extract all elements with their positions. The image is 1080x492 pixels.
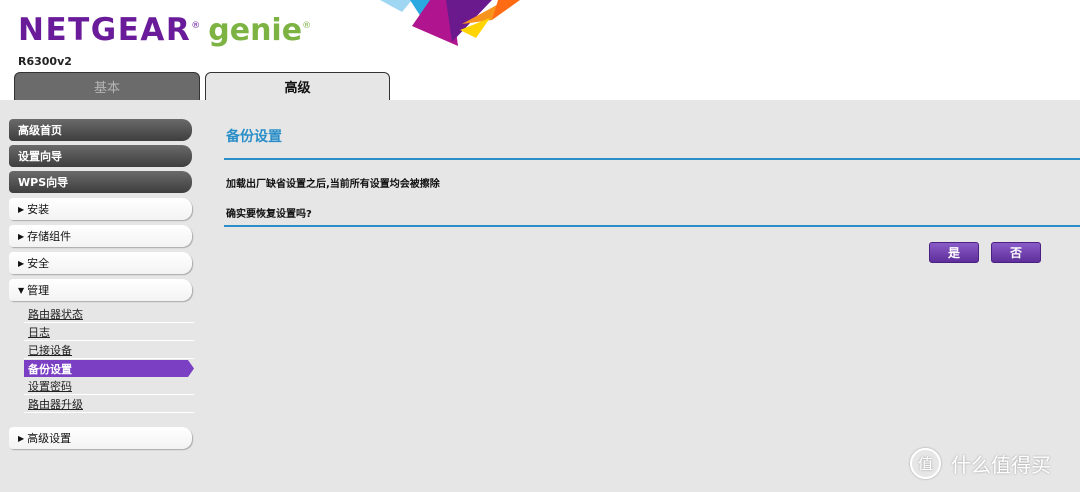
logo-genie-text: genie [208, 13, 303, 48]
logo-registered-mark: ® [191, 21, 201, 31]
triangle-down-icon: ▼ [18, 285, 25, 295]
sidebar-section-usb-storage[interactable]: ▶ 存储组件 [9, 225, 192, 247]
page-title: 备份设置 [226, 129, 282, 145]
triangle-right-icon: ▶ [18, 204, 25, 214]
restore-confirm-question: 确实要恢复设置吗? [226, 209, 312, 220]
sidebar-section-administration[interactable]: ▼ 管理 [9, 279, 192, 301]
sidebar-item-router-update[interactable]: 路由器升级 [24, 396, 194, 413]
content-divider [224, 225, 1080, 227]
sidebar-section-security[interactable]: ▶ 安全 [9, 252, 192, 274]
logo-netgear-text: NETGEAR [18, 12, 192, 48]
sidebar-item-backup-settings[interactable]: 备份设置 [24, 360, 194, 377]
sidebar-section-advanced-setup[interactable]: ▶ 高级设置 [9, 427, 192, 449]
header: NETGEAR ® genie ® R6300v2 基本 高级 [0, 0, 1080, 100]
router-model: R6300v2 [18, 55, 72, 68]
sidebar-item-setup-wizard[interactable]: 设置向导 [9, 145, 192, 167]
sidebar-item-label: 设置向导 [18, 150, 62, 163]
sidebar-item-router-status[interactable]: 路由器状态 [24, 306, 194, 323]
title-divider [224, 158, 1080, 160]
sidebar-section-label: 安全 [27, 257, 50, 270]
sidebar-item-label: WPS向导 [18, 176, 69, 189]
sidebar-section-label: 高级设置 [27, 432, 72, 445]
sidebar: 高级首页 设置向导 WPS向导 ▶ 安装 ▶ 存储组件 ▶ 安全 ▼ 管理 路由… [0, 100, 205, 492]
watermark-logo-icon: 值 [910, 448, 941, 479]
sidebar-item-label: 高级首页 [18, 124, 62, 137]
tab-advanced[interactable]: 高级 [205, 72, 390, 100]
sidebar-item-logs[interactable]: 日志 [24, 324, 194, 341]
netgear-genie-logo: NETGEAR ® genie ® [18, 12, 311, 48]
sidebar-item-wps-wizard[interactable]: WPS向导 [9, 171, 192, 193]
yes-button[interactable]: 是 [929, 242, 979, 263]
main-content: 备份设置 加载出厂缺省设置之后,当前所有设置均会被擦除 确实要恢复设置吗? 是 … [205, 100, 1080, 492]
decorative-triangles-graphic [380, 0, 520, 46]
sidebar-section-label: 管理 [27, 284, 50, 297]
triangle-right-icon: ▶ [18, 433, 25, 443]
watermark-text: 什么值得买 [951, 453, 1051, 477]
triangle-right-icon: ▶ [18, 231, 25, 241]
erase-warning-message: 加载出厂缺省设置之后,当前所有设置均会被擦除 [226, 179, 440, 190]
site-watermark: 值 什么值得买 [910, 448, 1051, 479]
sidebar-section-label: 安装 [27, 203, 50, 216]
tab-basic[interactable]: 基本 [14, 72, 200, 100]
sidebar-item-set-password[interactable]: 设置密码 [24, 378, 194, 395]
sidebar-item-attached-devices[interactable]: 已接设备 [24, 342, 194, 359]
logo-genie-registered-mark: ® [302, 21, 312, 31]
triangle-right-icon: ▶ [18, 258, 25, 268]
sidebar-section-label: 存储组件 [27, 230, 72, 243]
sidebar-item-advanced-home[interactable]: 高级首页 [9, 119, 192, 141]
sidebar-section-setup[interactable]: ▶ 安装 [9, 198, 192, 220]
no-button[interactable]: 否 [991, 242, 1041, 263]
